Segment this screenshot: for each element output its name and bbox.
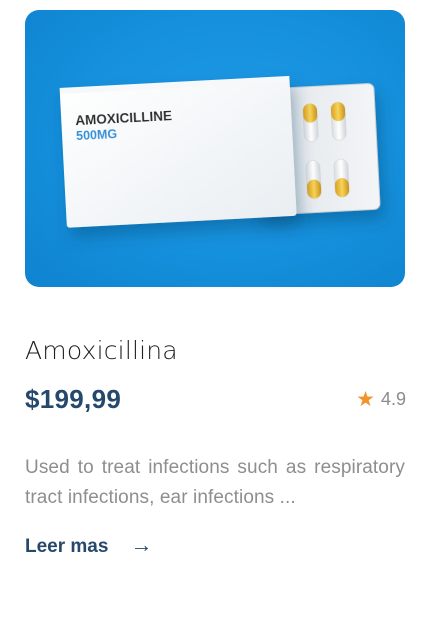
star-icon: ★ [356,387,375,411]
product-image: AMOXICILLINE 500MG [25,10,405,287]
medicine-box-illustration: AMOXICILLINE 500MG [59,75,381,228]
read-more-link[interactable]: Leer mas → [25,532,153,558]
product-price: $199,99 [25,384,122,414]
read-more-label: Leer mas [25,536,109,557]
product-description: Used to treat infections such as respira… [25,457,405,508]
box-dose-text: 500MG [76,127,118,143]
product-name: Amoxicillina [25,336,178,365]
product-card[interactable]: AMOXICILLINE 500MG Amoxicillina $199,99 … [0,0,431,618]
rating-value: 4.9 [380,388,406,409]
arrow-right-icon: → [130,532,153,557]
product-rating: ★ 4.9 [356,389,406,410]
price-row: $199,99 ★ 4.9 [25,379,406,419]
